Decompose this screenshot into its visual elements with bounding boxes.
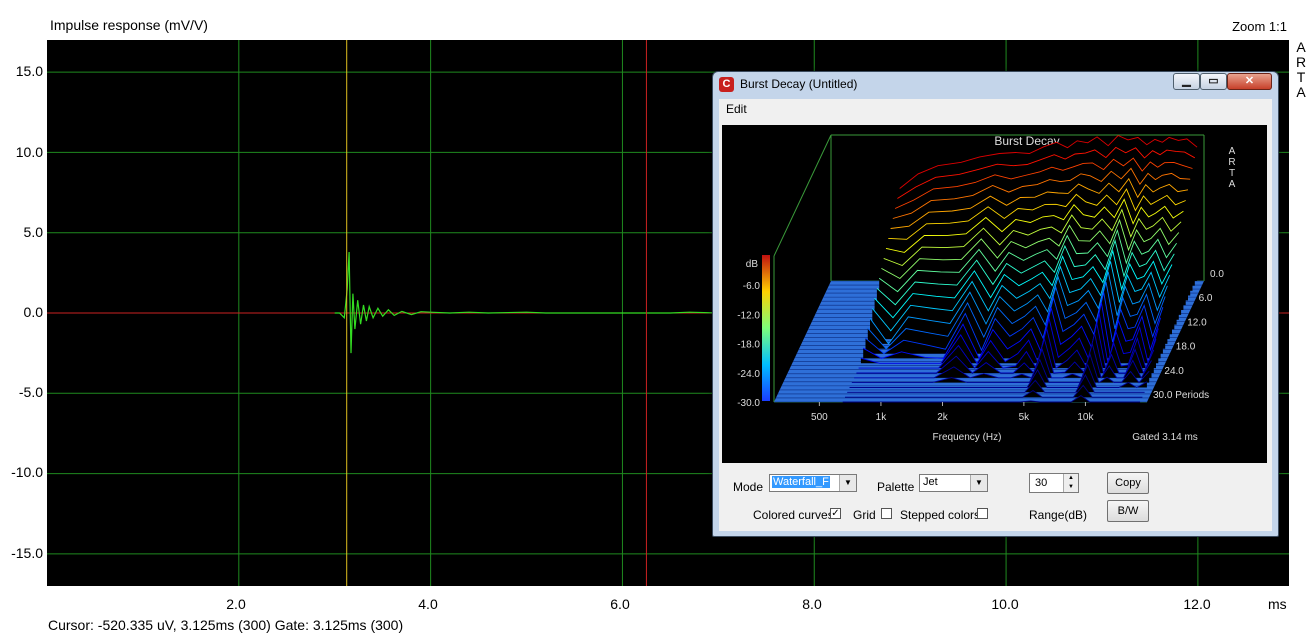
x-tick-label: 2.0 bbox=[226, 596, 246, 612]
x-tick-label: 4.0 bbox=[418, 596, 438, 612]
waterfall-y-tick-label: -6.0 bbox=[743, 281, 761, 292]
arta-logo-icon[interactable]: C bbox=[719, 77, 734, 92]
arta-letter: A bbox=[1296, 39, 1306, 55]
range-spinner[interactable]: 30 ▲ ▼ bbox=[1029, 473, 1079, 493]
waterfall-y-tick-label: -30.0 bbox=[737, 398, 760, 409]
close-button[interactable]: ✕ bbox=[1227, 73, 1272, 90]
waterfall-y-tick-label: -24.0 bbox=[737, 369, 760, 380]
mode-select[interactable]: Waterfall_F ▼ bbox=[769, 474, 857, 492]
waterfall-y-label: dB bbox=[746, 259, 759, 270]
menu-bar: Edit bbox=[719, 99, 1272, 118]
waterfall-z-tick-label: 24.0 bbox=[1164, 366, 1184, 377]
x-axis-unit: ms bbox=[1268, 596, 1287, 612]
palette-select[interactable]: Jet ▼ bbox=[919, 474, 988, 492]
palette-select-value: Jet bbox=[923, 476, 938, 488]
waterfall-x-tick-label: 500 bbox=[811, 412, 828, 423]
waterfall-x-ticks: 500 1k 2k 5k 10k bbox=[811, 402, 1094, 423]
palette-label: Palette bbox=[877, 480, 915, 494]
waterfall-z-tick-label: 0.0 bbox=[1210, 269, 1224, 280]
stepped-colors-checkbox[interactable] bbox=[977, 508, 988, 519]
menu-item-edit[interactable]: Edit bbox=[726, 102, 747, 116]
waterfall-z-tick-label: 18.0 bbox=[1176, 342, 1196, 353]
window-title: Burst Decay (Untitled) bbox=[740, 77, 858, 91]
x-tick-label: 10.0 bbox=[991, 596, 1019, 612]
waterfall-y-tick-label: -18.0 bbox=[737, 340, 760, 351]
window-titlebar[interactable]: C Burst Decay (Untitled) ▁ ▭ ✕ bbox=[713, 72, 1278, 98]
waterfall-x-tick-label: 10k bbox=[1077, 412, 1094, 423]
copy-button[interactable]: Copy bbox=[1107, 472, 1149, 494]
waterfall-arta-letter: A bbox=[1229, 179, 1236, 190]
spin-down-icon[interactable]: ▼ bbox=[1063, 483, 1078, 492]
colored-curves-checkbox[interactable]: ✓ bbox=[830, 508, 841, 519]
arta-letter: T bbox=[1296, 69, 1306, 85]
waterfall-z-tick-label: 6.0 bbox=[1199, 293, 1213, 304]
waterfall-z-tick-label: 30.0 Periods bbox=[1153, 390, 1209, 401]
waterfall-arta-letter: T bbox=[1229, 168, 1235, 179]
waterfall-x-tick-label: 2k bbox=[937, 412, 949, 423]
zoom-label[interactable]: Zoom 1:1 bbox=[1232, 19, 1287, 34]
mode-select-value: Waterfall_F bbox=[772, 476, 830, 488]
waterfall-x-tick-label: 1k bbox=[876, 412, 888, 423]
x-tick-label: 8.0 bbox=[802, 596, 822, 612]
chevron-down-icon[interactable]: ▼ bbox=[970, 475, 987, 491]
waterfall-x-label: Frequency (Hz) bbox=[933, 432, 1002, 443]
waterfall-x-tick-label: 5k bbox=[1019, 412, 1031, 423]
grid-checkbox[interactable] bbox=[881, 508, 892, 519]
color-scale-bar bbox=[762, 255, 770, 401]
range-label: Range(dB) bbox=[1029, 508, 1088, 522]
x-tick-label: 6.0 bbox=[610, 596, 630, 612]
impulse-series-line bbox=[334, 251, 719, 354]
burst-decay-client: Burst Decay dB -6.0 -12.0 -18.0 -24.0 -30.0 … bbox=[719, 118, 1272, 531]
frame-diagonal bbox=[773, 134, 832, 257]
burst-decay-window[interactable]: C Burst Decay (Untitled) ▁ ▭ ✕ Edit Burs… bbox=[712, 71, 1279, 537]
waterfall-arta-letter: R bbox=[1228, 157, 1235, 168]
y-tick-label: 5.0 bbox=[23, 224, 43, 240]
y-tick-label: -15.0 bbox=[11, 545, 43, 561]
gated-note: Gated 3.14 ms bbox=[1132, 432, 1198, 443]
chevron-down-icon[interactable]: ▼ bbox=[839, 475, 856, 491]
maximize-button[interactable]: ▭ bbox=[1200, 73, 1227, 90]
y-tick-label: -5.0 bbox=[18, 384, 43, 400]
y-tick-label: 10.0 bbox=[15, 144, 43, 160]
waterfall-plot[interactable]: Burst Decay dB -6.0-12.0-18.0-24.0-30.0 … bbox=[722, 125, 1267, 463]
mode-label: Mode bbox=[733, 480, 764, 494]
waterfall-y-tick-label: -12.0 bbox=[737, 310, 760, 321]
arta-letter: A bbox=[1296, 84, 1306, 100]
grid-label: Grid bbox=[853, 508, 876, 522]
range-value: 30 bbox=[1035, 477, 1048, 489]
arta-letter: R bbox=[1295, 54, 1307, 70]
waterfall-y-ticks: -6.0 -12.0 -18.0 -24.0 -30.0 bbox=[737, 281, 760, 409]
y-tick-label: -10.0 bbox=[11, 464, 43, 480]
status-bar: Cursor: -520.335 uV, 3.125ms (300) Gate:… bbox=[48, 617, 404, 633]
x-tick-label: 12.0 bbox=[1183, 596, 1211, 612]
waterfall-arta-letter: A bbox=[1229, 146, 1236, 157]
waterfall-z-tick-label: 12.0 bbox=[1187, 317, 1207, 328]
chart-title: Impulse response (mV/V) bbox=[50, 17, 208, 33]
stepped-colors-label: Stepped colors bbox=[900, 508, 981, 522]
y-tick-label: 0.0 bbox=[23, 304, 43, 320]
bw-button[interactable]: B/W bbox=[1107, 500, 1149, 522]
y-tick-label: 15.0 bbox=[15, 63, 43, 79]
colored-curves-label: Colored curves bbox=[753, 508, 834, 522]
waterfall-plot-area[interactable]: Burst Decay dB -6.0 -12.0 -18.0 -24.0 -30.0 … bbox=[722, 125, 1267, 463]
arta-side-mark: A R T A bbox=[1294, 40, 1308, 100]
minimize-button[interactable]: ▁ bbox=[1173, 73, 1200, 90]
